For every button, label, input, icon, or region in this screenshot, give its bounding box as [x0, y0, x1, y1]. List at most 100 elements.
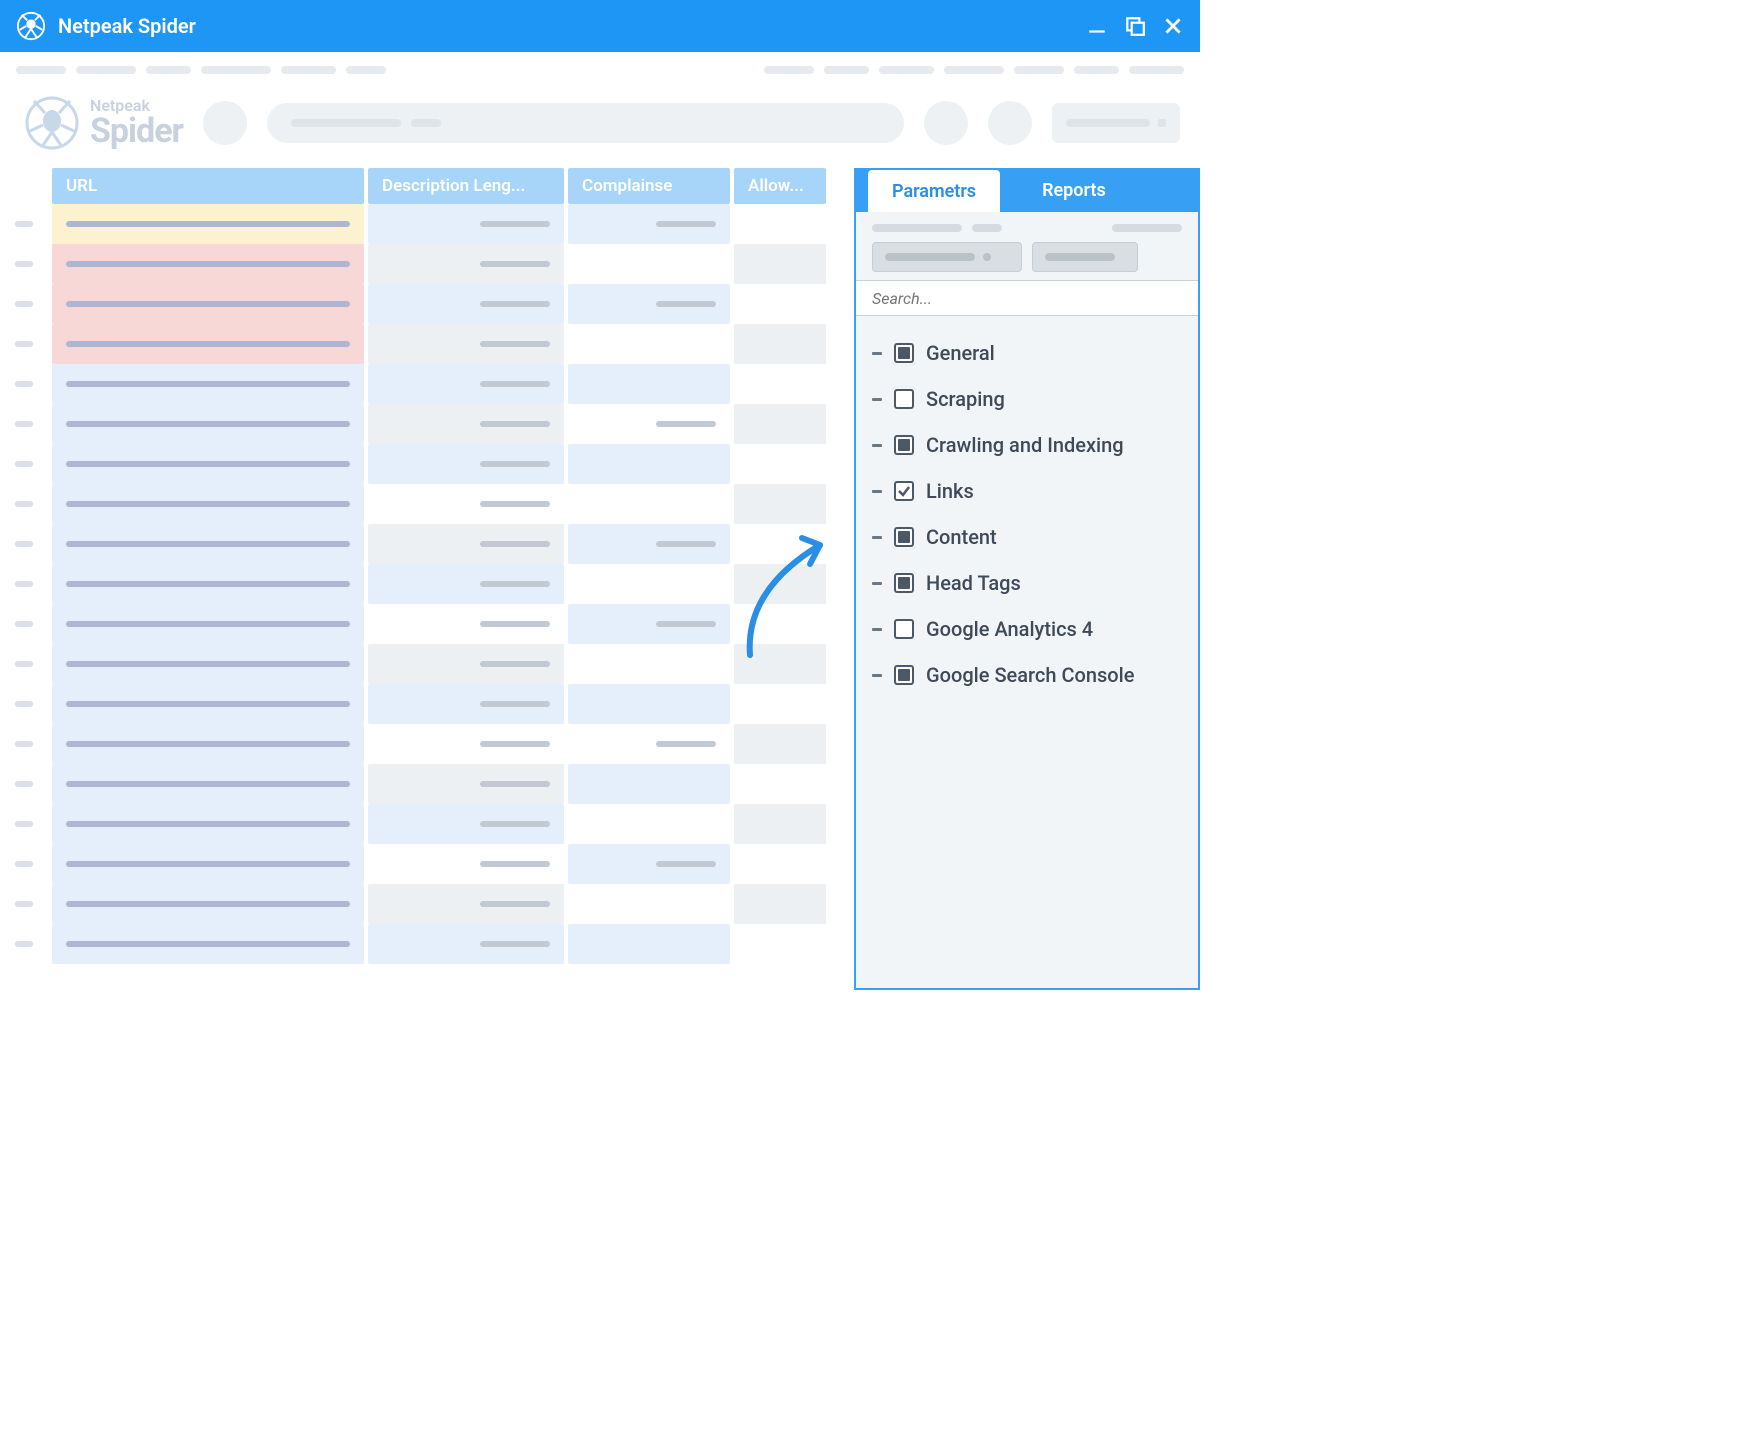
parameters-search-input[interactable] — [856, 280, 1198, 316]
cell-description-length — [368, 764, 564, 804]
cell-complainse — [568, 564, 730, 604]
table-row[interactable] — [0, 764, 854, 804]
cell-index — [0, 684, 48, 724]
cell-description-length — [368, 604, 564, 644]
param-item[interactable]: Google Search Console — [866, 652, 1188, 698]
checkbox-icon[interactable] — [894, 389, 914, 409]
cell-description-length — [368, 684, 564, 724]
cell-complainse — [568, 804, 730, 844]
th-complainse[interactable]: Complainse — [568, 168, 730, 204]
tab-reports[interactable]: Reports — [1018, 168, 1130, 212]
cell-index — [0, 524, 48, 564]
table-row[interactable] — [0, 924, 854, 964]
expand-toggle-icon[interactable] — [872, 352, 882, 355]
toolbar-button-placeholder[interactable] — [1052, 103, 1180, 143]
param-label: Content — [926, 525, 997, 549]
table-row[interactable] — [0, 644, 854, 684]
param-item[interactable]: General — [866, 330, 1188, 376]
checkbox-icon[interactable] — [894, 435, 914, 455]
th-description-length[interactable]: Description Leng... — [368, 168, 564, 204]
cell-description-length — [368, 524, 564, 564]
checkbox-icon[interactable] — [894, 665, 914, 685]
table-row[interactable] — [0, 604, 854, 644]
cell-complainse — [568, 204, 730, 244]
param-item[interactable]: Scraping — [866, 376, 1188, 422]
cell-complainse — [568, 524, 730, 564]
tab-parametrs[interactable]: Parametrs — [868, 170, 1000, 212]
app-title: Netpeak Spider — [58, 14, 1086, 38]
cell-url — [52, 884, 364, 924]
table-row[interactable] — [0, 724, 854, 764]
param-label: Links — [926, 479, 974, 503]
cell-description-length — [368, 324, 564, 364]
toolbar-circle-placeholder-3 — [988, 101, 1032, 145]
table-row[interactable] — [0, 404, 854, 444]
panel-toolbar-placeholder — [856, 212, 1198, 280]
th-url[interactable]: URL — [52, 168, 364, 204]
cell-index — [0, 604, 48, 644]
param-item[interactable]: Head Tags — [866, 560, 1188, 606]
cell-complainse — [568, 924, 730, 964]
param-label: Scraping — [926, 387, 1005, 411]
spider-logo-icon — [24, 95, 80, 151]
maximize-button[interactable] — [1124, 15, 1146, 37]
expand-toggle-icon[interactable] — [872, 490, 882, 493]
header-toolbar: Netpeak Spider — [0, 78, 1200, 168]
table-row[interactable] — [0, 284, 854, 324]
expand-toggle-icon[interactable] — [872, 628, 882, 631]
cell-index — [0, 364, 48, 404]
cell-allow — [734, 204, 826, 244]
table-row[interactable] — [0, 884, 854, 924]
url-input-placeholder[interactable] — [267, 103, 904, 143]
table-row[interactable] — [0, 684, 854, 724]
cell-url — [52, 244, 364, 284]
close-button[interactable] — [1162, 15, 1184, 37]
param-item[interactable]: Google Analytics 4 — [866, 606, 1188, 652]
cell-allow — [734, 404, 826, 444]
param-label: Google Search Console — [926, 663, 1134, 687]
expand-toggle-icon[interactable] — [872, 398, 882, 401]
expand-toggle-icon[interactable] — [872, 536, 882, 539]
param-label: General — [926, 341, 995, 365]
table-row[interactable] — [0, 244, 854, 284]
expand-toggle-icon[interactable] — [872, 674, 882, 677]
table-row[interactable] — [0, 364, 854, 404]
cell-allow — [734, 724, 826, 764]
checkbox-icon[interactable] — [894, 343, 914, 363]
panel-button-placeholder[interactable] — [1032, 242, 1138, 272]
cell-description-length — [368, 244, 564, 284]
cell-url — [52, 764, 364, 804]
cell-url — [52, 564, 364, 604]
cell-index — [0, 324, 48, 364]
minimize-button[interactable] — [1086, 15, 1108, 37]
table-row[interactable] — [0, 804, 854, 844]
cell-description-length — [368, 444, 564, 484]
checkbox-icon[interactable] — [894, 573, 914, 593]
table-row[interactable] — [0, 524, 854, 564]
table-row[interactable] — [0, 844, 854, 884]
cell-description-length — [368, 564, 564, 604]
expand-toggle-icon[interactable] — [872, 582, 882, 585]
checkbox-icon[interactable] — [894, 481, 914, 501]
toolbar-circle-placeholder — [203, 101, 247, 145]
param-item[interactable]: Crawling and Indexing — [866, 422, 1188, 468]
table-row[interactable] — [0, 484, 854, 524]
checkbox-icon[interactable] — [894, 527, 914, 547]
cell-url — [52, 204, 364, 244]
panel-dropdown-placeholder[interactable] — [872, 242, 1022, 272]
table-row[interactable] — [0, 204, 854, 244]
param-item[interactable]: Content — [866, 514, 1188, 560]
cell-complainse — [568, 844, 730, 884]
cell-index — [0, 284, 48, 324]
cell-url — [52, 924, 364, 964]
param-label: Head Tags — [926, 571, 1021, 595]
table-row[interactable] — [0, 564, 854, 604]
expand-toggle-icon[interactable] — [872, 444, 882, 447]
table-row[interactable] — [0, 444, 854, 484]
checkbox-icon[interactable] — [894, 619, 914, 639]
table-row[interactable] — [0, 324, 854, 364]
cell-complainse — [568, 684, 730, 724]
cell-complainse — [568, 644, 730, 684]
param-item[interactable]: Links — [866, 468, 1188, 514]
th-allow[interactable]: Allow... — [734, 168, 826, 204]
